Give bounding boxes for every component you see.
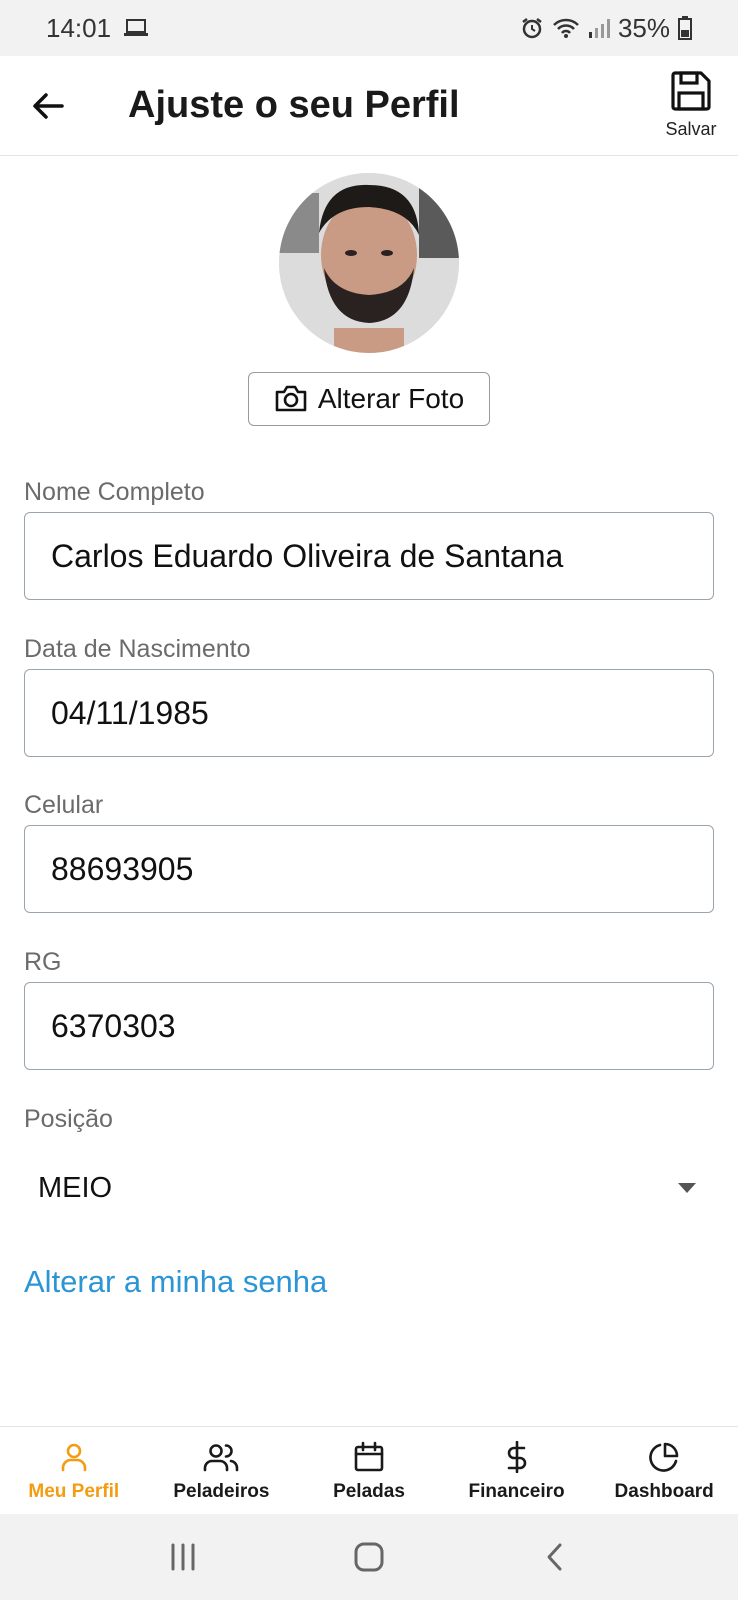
dollar-icon <box>507 1441 526 1473</box>
nav-item-dashboard[interactable]: Dashboard <box>590 1427 738 1514</box>
birth-date-field[interactable]: 04/11/1985 <box>24 669 714 757</box>
app-bar: Ajuste o seu Perfil Salvar <box>0 56 738 156</box>
battery-icon <box>678 16 692 40</box>
signal-icon <box>588 19 610 38</box>
birth-label: Data de Nascimento <box>24 635 251 663</box>
phone-field[interactable]: 88693905 <box>24 825 714 913</box>
birth-date-value: 04/11/1985 <box>51 694 209 731</box>
nav-item-peladeiros[interactable]: Peladeiros <box>148 1427 296 1514</box>
floppy-disk-icon <box>671 71 711 111</box>
home-button[interactable] <box>339 1527 399 1587</box>
user-icon <box>61 1443 87 1472</box>
calendar-icon <box>354 1441 384 1472</box>
avatar <box>279 173 459 353</box>
change-password-link[interactable]: Alterar a minha senha <box>24 1264 327 1300</box>
phone-label: Celular <box>24 791 104 819</box>
name-label: Nome Completo <box>24 478 205 506</box>
name-field[interactable]: Carlos Eduardo Oliveira de Santana <box>24 512 714 600</box>
nav-label: Financeiro <box>468 1481 565 1502</box>
nav-label: Dashboard <box>614 1481 714 1502</box>
position-value: MEIO <box>38 1171 113 1204</box>
battery-level: 35% <box>617 12 670 43</box>
users-icon <box>204 1444 239 1472</box>
laptop-icon <box>124 19 149 36</box>
recent-apps-button[interactable] <box>153 1527 213 1587</box>
system-nav-bar <box>0 1514 738 1600</box>
nav-item-meu-perfil[interactable]: Meu Perfil <box>0 1427 148 1514</box>
home-icon <box>354 1542 384 1572</box>
recent-apps-icon <box>171 1543 195 1571</box>
change-photo-label: Alterar Foto <box>317 383 465 414</box>
name-value: Carlos Eduardo Oliveira de Santana <box>51 537 564 574</box>
arrow-left-icon <box>33 93 64 119</box>
dropdown-caret-icon <box>678 1183 696 1193</box>
position-select[interactable]: MEIO <box>24 1158 714 1218</box>
pie-chart-icon <box>649 1442 679 1472</box>
nav-item-financeiro[interactable]: Financeiro <box>443 1427 591 1514</box>
nav-label: Peladas <box>333 1481 405 1502</box>
back-button[interactable] <box>26 84 70 128</box>
position-label: Posição <box>24 1105 113 1133</box>
phone-value: 88693905 <box>51 850 194 887</box>
alarm-icon <box>522 18 542 39</box>
rg-label: RG <box>24 948 62 976</box>
page-title: Ajuste o seu Perfil <box>128 84 460 126</box>
rg-value: 6370303 <box>51 1007 176 1044</box>
status-time: 14:01 <box>46 12 112 43</box>
system-back-button[interactable] <box>525 1527 585 1587</box>
nav-label: Peladeiros <box>173 1481 270 1502</box>
wifi-icon <box>553 18 579 38</box>
status-bar: 14:01 35% <box>0 0 738 56</box>
save-label: Salvar <box>665 119 717 139</box>
rg-field[interactable]: 6370303 <box>24 982 714 1070</box>
nav-item-peladas[interactable]: Peladas <box>295 1427 443 1514</box>
profile-photo <box>279 173 459 353</box>
bottom-nav: Meu Perfil Peladeiros Peladas Financeiro… <box>0 1426 738 1514</box>
save-button[interactable]: Salvar <box>658 70 724 140</box>
chevron-left-icon <box>547 1543 562 1571</box>
nav-label: Meu Perfil <box>28 1481 120 1502</box>
change-photo-button[interactable]: Alterar Foto <box>248 372 490 426</box>
camera-icon <box>275 385 307 412</box>
